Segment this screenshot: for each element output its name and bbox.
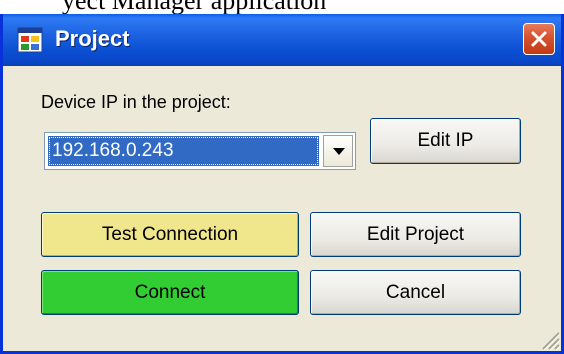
connect-button[interactable]: Connect	[41, 270, 299, 315]
device-ip-selected-value[interactable]: 192.168.0.243	[48, 136, 319, 166]
close-button[interactable]	[523, 23, 555, 55]
edit-project-button[interactable]: Edit Project	[310, 212, 521, 257]
title-bar[interactable]: Project	[3, 14, 561, 66]
test-connection-button[interactable]: Test Connection	[41, 212, 299, 257]
chevron-down-icon	[333, 148, 345, 155]
device-ip-combobox[interactable]: 192.168.0.243	[44, 132, 356, 170]
background-caption-text: yect Manager application	[62, 0, 326, 14]
edit-ip-button[interactable]: Edit IP	[370, 118, 521, 164]
cancel-button[interactable]: Cancel	[310, 270, 521, 315]
app-window-icon	[17, 27, 43, 53]
window-title: Project	[55, 26, 130, 51]
dropdown-button[interactable]	[323, 135, 353, 167]
close-icon	[531, 31, 547, 47]
project-dialog: Project Device IP in the project: 192.16…	[0, 14, 564, 354]
resize-grip-icon[interactable]	[539, 329, 561, 351]
background-caption-fragment: yect Manager application	[0, 0, 564, 14]
device-ip-label: Device IP in the project:	[41, 92, 231, 112]
